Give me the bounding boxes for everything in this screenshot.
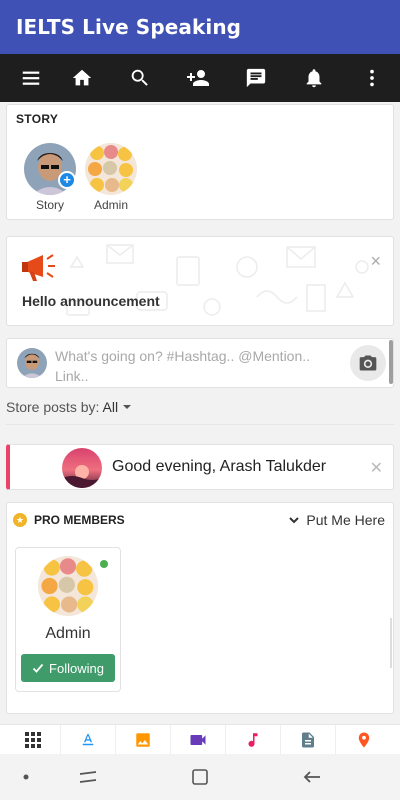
search-icon[interactable]	[120, 54, 160, 102]
member-name: Admin	[45, 625, 91, 642]
story-section: STORY Story + Admin	[6, 104, 394, 220]
camera-button[interactable]	[350, 345, 386, 381]
pro-members-section: ★ PRO MEMBERS Put Me Here Admin Followin…	[6, 502, 394, 714]
sort-value: All	[102, 399, 119, 415]
pro-members-title: PRO MEMBERS	[34, 513, 125, 527]
online-status-dot	[100, 560, 108, 568]
file-icon[interactable]	[281, 725, 336, 755]
sort-dropdown[interactable]: Store posts by: All	[6, 399, 132, 415]
divider	[6, 424, 394, 425]
app-title-bar: IELTS Live Speaking	[0, 0, 400, 54]
apps-grid-icon[interactable]	[6, 725, 61, 755]
top-navbar	[0, 54, 400, 102]
menu-icon[interactable]	[11, 54, 51, 102]
close-icon[interactable]: ✕	[370, 458, 383, 478]
image-icon[interactable]	[116, 725, 171, 755]
check-icon	[32, 663, 44, 673]
member-card[interactable]: Admin Following	[15, 547, 121, 692]
scrollbar[interactable]	[390, 618, 392, 668]
system-navigation-bar	[0, 754, 400, 800]
sort-label: Store posts by:	[6, 399, 100, 415]
post-input[interactable]: What's going on? #Hashtag.. @Mention.. L…	[55, 346, 341, 386]
home-icon[interactable]	[62, 54, 102, 102]
put-me-here-label: Put Me Here	[306, 512, 385, 528]
announcement-text: Hello announcement	[22, 293, 160, 309]
story-admin[interactable]: Admin	[81, 143, 141, 212]
dot-icon[interactable]	[6, 762, 46, 792]
star-icon: ★	[13, 513, 27, 527]
text-format-icon[interactable]	[61, 725, 116, 755]
recent-apps-icon[interactable]	[68, 762, 108, 792]
admin-avatar	[38, 556, 98, 616]
chevron-down-icon	[289, 517, 300, 524]
bell-icon[interactable]	[294, 54, 334, 102]
post-composer: What's going on? #Hashtag.. @Mention.. L…	[6, 338, 394, 388]
greeting-text: Good evening, Arash Talukder	[112, 458, 327, 475]
music-icon[interactable]	[226, 725, 281, 755]
story-label: Story	[35, 198, 64, 212]
sunset-image	[62, 448, 102, 488]
add-story-icon[interactable]: +	[58, 171, 76, 189]
story-label: Admin	[93, 198, 128, 212]
caret-down-icon	[122, 405, 131, 409]
camera-icon	[359, 355, 377, 371]
more-vert-icon[interactable]	[352, 54, 392, 102]
video-icon[interactable]	[171, 725, 226, 755]
announcement-card: Hello announcement ×	[6, 236, 394, 326]
put-me-here-button[interactable]: Put Me Here	[288, 512, 385, 528]
back-icon[interactable]	[292, 762, 332, 792]
location-icon[interactable]	[336, 725, 391, 755]
add-person-icon[interactable]	[178, 54, 218, 102]
doodle-background	[66, 244, 369, 316]
close-icon[interactable]: ×	[370, 251, 381, 272]
user-avatar	[17, 348, 47, 378]
scrollbar[interactable]	[389, 340, 393, 384]
app-title: IELTS Live Speaking	[16, 15, 242, 39]
post-type-tabbar	[0, 724, 400, 755]
megaphone-icon	[21, 249, 61, 290]
chat-icon[interactable]	[236, 54, 276, 102]
greeting-card: Good evening, Arash Talukder ✕	[6, 444, 394, 490]
following-label: Following	[49, 660, 104, 676]
story-heading: STORY	[16, 112, 59, 126]
following-button[interactable]: Following	[21, 654, 115, 682]
home-square-icon[interactable]	[180, 762, 220, 792]
admin-avatar	[85, 143, 137, 195]
